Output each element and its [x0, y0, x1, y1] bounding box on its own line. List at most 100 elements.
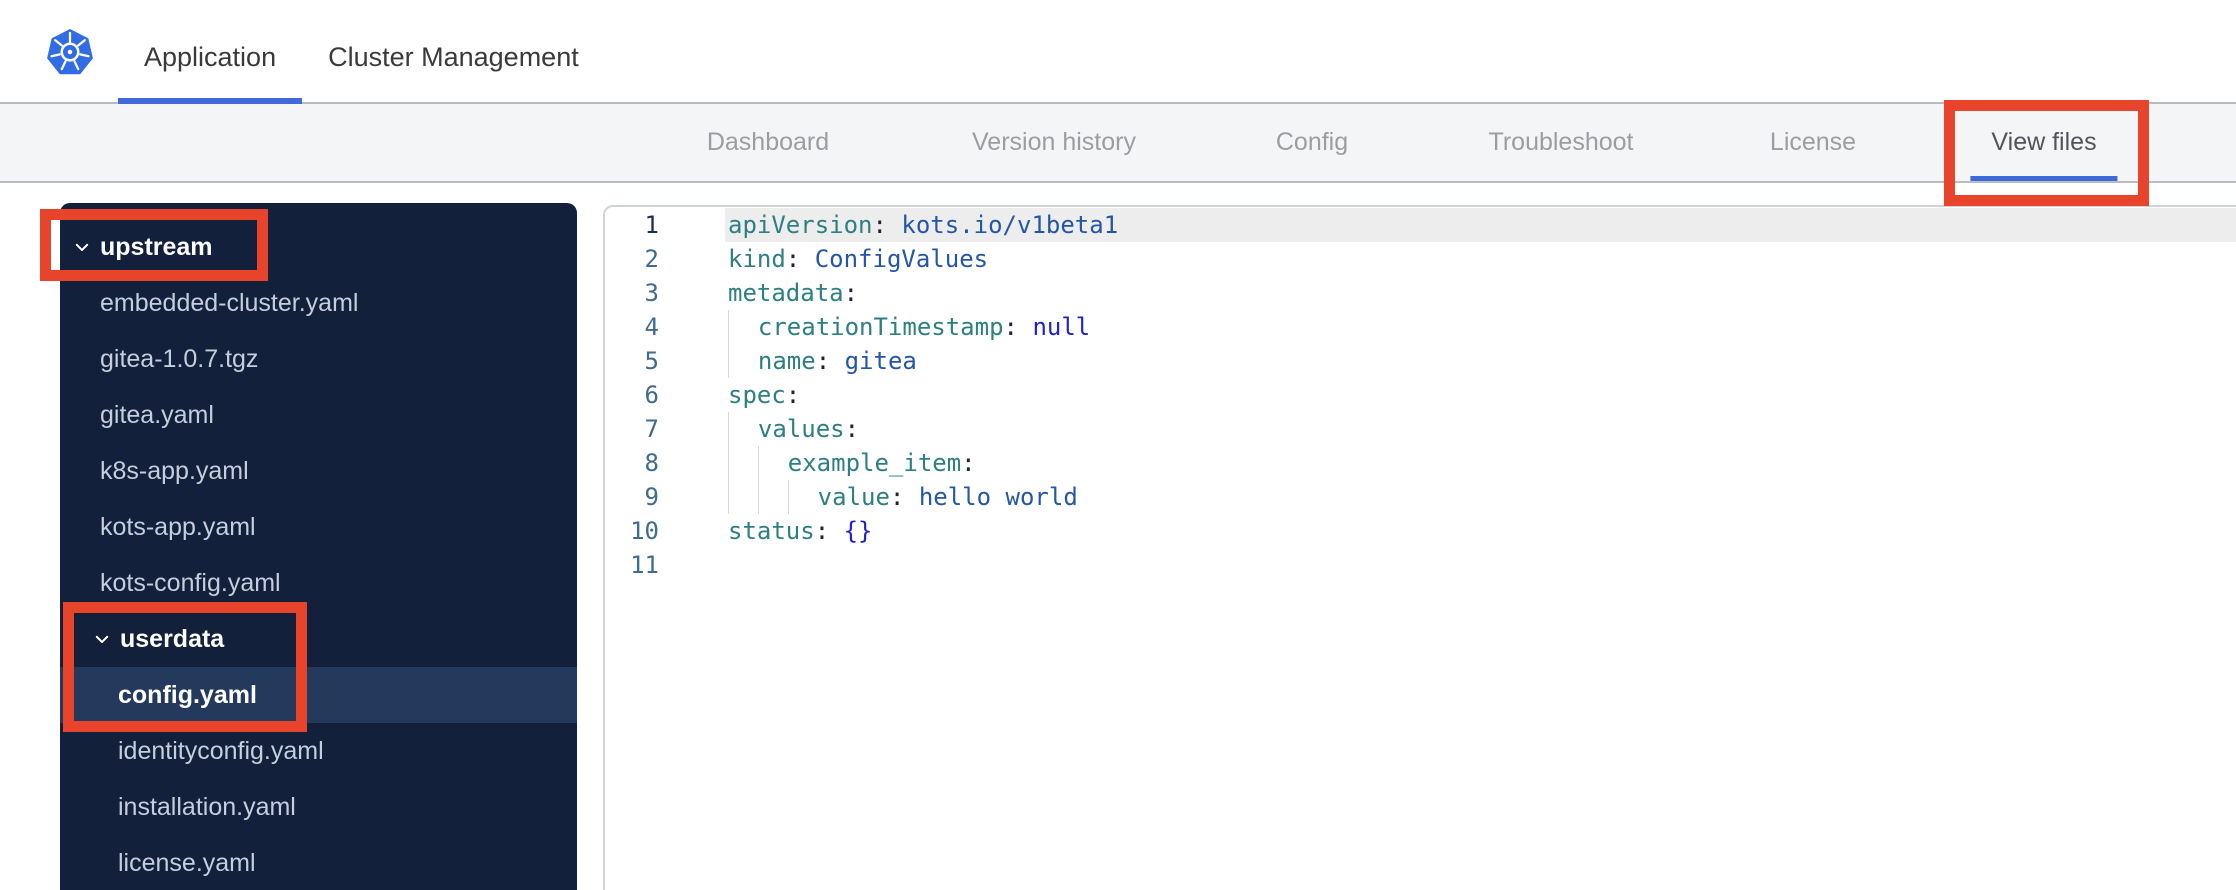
line-number: 4 — [644, 313, 659, 341]
tree-file-identityconfig-yaml[interactable]: identityconfig.yaml — [60, 723, 577, 779]
code-line-content — [725, 548, 2236, 582]
code-line-content: name: gitea — [725, 344, 2236, 378]
line-number: 6 — [644, 381, 659, 409]
code-line[interactable]: 1 apiVersion: kots.io/v1beta1 — [605, 208, 2236, 242]
tree-file-gitea-1-0-7-tgz[interactable]: gitea-1.0.7.tgz — [60, 331, 577, 387]
tree-item-label: kots-app.yaml — [100, 512, 256, 541]
line-number: 5 — [644, 347, 659, 375]
tree-file-kots-config-yaml[interactable]: kots-config.yaml — [60, 555, 577, 611]
code-line[interactable]: 11 — [605, 548, 2236, 582]
code-line-content: kind: ConfigValues — [725, 242, 2236, 276]
tree-item-label: embedded-cluster.yaml — [100, 288, 359, 317]
tree-file-installation-yaml[interactable]: installation.yaml — [60, 779, 577, 835]
header-tab-application[interactable]: Application — [118, 11, 303, 104]
line-number: 8 — [644, 449, 659, 477]
code-line-content: creationTimestamp: null — [725, 310, 2236, 344]
app-header: Application Cluster Management — [0, 0, 2236, 104]
tree-item-label: upstream — [100, 232, 213, 261]
code-line-content: spec: — [725, 378, 2236, 412]
yaml-key: example_item — [787, 449, 962, 477]
tree-item-label: identityconfig.yaml — [118, 736, 324, 765]
line-number: 11 — [630, 551, 659, 579]
punctuation: : — [785, 381, 801, 409]
tree-item-label: gitea.yaml — [100, 400, 214, 429]
punctuation: : — [889, 483, 919, 511]
yaml-value: ConfigValues — [814, 245, 989, 273]
app-nav-bar: Dashboard Version history Config Troublesho… — [0, 104, 2236, 183]
tree-item-label: userdata — [120, 624, 225, 653]
indent-guide — [728, 344, 758, 378]
yaml-value: hello world — [918, 483, 1078, 511]
code-line-content: status: {} — [725, 514, 2236, 548]
indent-guide — [757, 446, 788, 480]
code-line[interactable]: 10 status: {} — [605, 514, 2236, 548]
punctuation: : — [844, 415, 860, 443]
code-line-content: example_item: — [725, 446, 2236, 480]
yaml-key: values — [757, 415, 845, 443]
tree-file-gitea-yaml[interactable]: gitea.yaml — [60, 387, 577, 443]
tree-item-label: kots-config.yaml — [100, 568, 281, 597]
tree-file-license-yaml[interactable]: license.yaml — [60, 835, 577, 890]
code-line-content: values: — [725, 412, 2236, 446]
nav-tab-dashboard[interactable]: Dashboard — [686, 104, 850, 181]
line-number: 9 — [644, 483, 659, 511]
punctuation: : — [815, 347, 845, 375]
indent-guide — [728, 446, 758, 480]
punctuation: : — [843, 279, 859, 307]
code-line[interactable]: 3 metadata: — [605, 276, 2236, 310]
tree-file-config-yaml[interactable]: config.yaml — [60, 667, 577, 723]
indent-guide — [787, 480, 818, 514]
line-number: 10 — [630, 517, 659, 545]
yaml-code-block: 1 apiVersion: kots.io/v1beta1 2 kind: Confi… — [605, 208, 2236, 582]
line-number: 1 — [644, 211, 659, 239]
tree-file-kots-app-yaml[interactable]: kots-app.yaml — [60, 499, 577, 555]
header-tab-cluster-management[interactable]: Cluster Management — [302, 11, 605, 104]
punctuation: : — [814, 517, 844, 545]
code-line[interactable]: 6 spec: — [605, 378, 2236, 412]
tree-file-embedded-cluster-yaml[interactable]: embedded-cluster.yaml — [60, 275, 577, 331]
indent-guide — [728, 310, 758, 344]
tree-folder-upstream[interactable]: upstream — [60, 219, 577, 275]
code-line[interactable]: 8 example_item: — [605, 446, 2236, 480]
code-line-content: value: hello world — [725, 480, 2236, 514]
nav-tab-config[interactable]: Config — [1255, 104, 1369, 181]
indent-guide — [728, 412, 758, 446]
punctuation: : — [785, 245, 815, 273]
tree-file-k8s-app-yaml[interactable]: k8s-app.yaml — [60, 443, 577, 499]
header-tab-bar: Application Cluster Management — [118, 11, 605, 104]
yaml-value: gitea — [844, 347, 917, 375]
yaml-atom: null — [1032, 313, 1091, 341]
chevron-down-icon — [73, 238, 91, 256]
file-viewer-editor[interactable]: 1 apiVersion: kots.io/v1beta1 2 kind: Confi… — [603, 205, 2236, 890]
kubernetes-logo — [45, 27, 95, 77]
tree-item-label: k8s-app.yaml — [100, 456, 249, 485]
file-tree-sidebar: upstream embedded-cluster.yaml gitea-1.0.7… — [60, 203, 577, 890]
yaml-key: value — [817, 483, 890, 511]
line-number: 3 — [644, 279, 659, 307]
code-line[interactable]: 4 creationTimestamp: null — [605, 310, 2236, 344]
nav-tab-troubleshoot[interactable]: Troubleshoot — [1468, 104, 1655, 181]
kots-admin-console: Application Cluster Management Dashboard V… — [0, 0, 2236, 890]
code-line[interactable]: 9 value: hello world — [605, 480, 2236, 514]
nav-tab-license[interactable]: License — [1749, 104, 1877, 181]
tree-item-label: license.yaml — [118, 848, 256, 877]
yaml-key: creationTimestamp — [757, 313, 1004, 341]
line-number: 2 — [644, 245, 659, 273]
yaml-atom: {} — [843, 517, 873, 545]
punctuation: : — [872, 211, 902, 239]
yaml-key: spec — [728, 381, 786, 409]
chevron-down-icon — [93, 630, 111, 648]
tree-folder-userdata[interactable]: userdata — [60, 611, 577, 667]
code-line[interactable]: 7 values: — [605, 412, 2236, 446]
yaml-key: name — [757, 347, 816, 375]
nav-tab-version-history[interactable]: Version history — [951, 104, 1157, 181]
code-line[interactable]: 5 name: gitea — [605, 344, 2236, 378]
tree-item-label: installation.yaml — [118, 792, 296, 821]
yaml-value: kots.io/v1beta1 — [901, 211, 1119, 239]
code-line-content: metadata: — [725, 276, 2236, 310]
tree-item-label: gitea-1.0.7.tgz — [100, 344, 259, 373]
punctuation: : — [961, 449, 976, 477]
nav-tab-view-files[interactable]: View files — [1970, 104, 2118, 181]
code-line[interactable]: 2 kind: ConfigValues — [605, 242, 2236, 276]
code-line-content: apiVersion: kots.io/v1beta1 — [725, 208, 2236, 242]
